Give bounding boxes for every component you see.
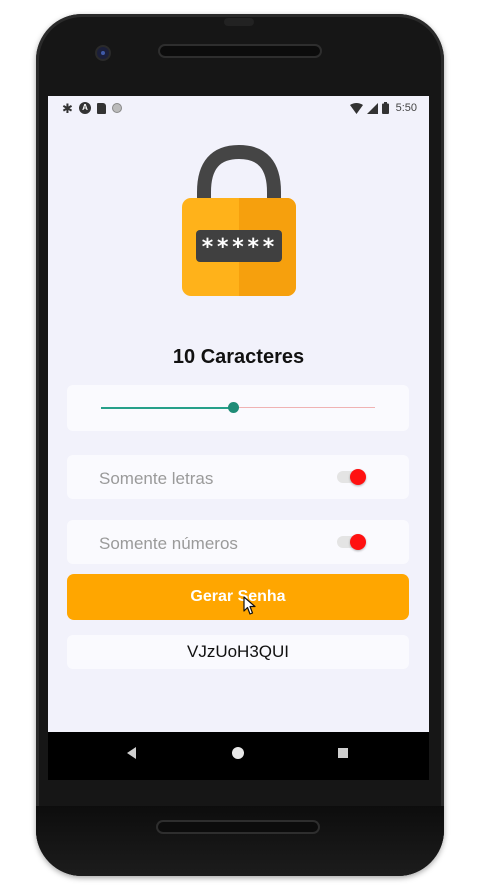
generated-password: VJzUoH3QUI (186, 642, 290, 661)
back-icon[interactable] (127, 747, 136, 759)
battery-icon (381, 102, 389, 114)
app-a-icon: A (79, 102, 91, 114)
status-icons-right: 5:50 (349, 102, 417, 114)
status-time: 5:50 (395, 102, 417, 114)
recent-apps-icon[interactable] (338, 748, 348, 758)
phone-chin (36, 806, 444, 876)
settings-icon: ✱ (62, 100, 73, 116)
length-slider[interactable] (101, 402, 375, 413)
bottom-speaker (158, 822, 318, 832)
slider-active-track (101, 407, 233, 409)
slider-inactive-track (233, 407, 375, 408)
switch-knob (350, 469, 366, 485)
numbers-only-switch[interactable] (337, 534, 366, 550)
slider-thumb[interactable] (228, 402, 239, 413)
length-slider-card (67, 385, 409, 431)
status-bar: ✱ A 5:50 (48, 96, 429, 122)
sd-card-icon (97, 102, 106, 114)
wifi-icon (349, 102, 363, 114)
circle-icon (112, 103, 122, 113)
letters-only-label: Somente letras (99, 469, 214, 488)
phone-sensor (224, 18, 254, 26)
app-screen: ✱ A 5:50 ***** 10 Caracteres Somente let… (48, 96, 429, 732)
generate-password-button[interactable]: Gerar Senha (67, 574, 409, 620)
android-nav-bar (48, 732, 429, 780)
signal-icon (366, 102, 378, 114)
home-icon[interactable] (232, 747, 244, 759)
password-mask: ***** (201, 235, 277, 260)
generated-password-box[interactable]: VJzUoH3QUI (67, 635, 409, 669)
letters-only-switch[interactable] (337, 469, 366, 485)
numbers-only-label: Somente números (99, 534, 238, 553)
numbers-only-option: Somente números (67, 520, 409, 564)
switch-knob (350, 534, 366, 550)
status-icons-left: ✱ A (62, 100, 122, 116)
front-camera (97, 47, 109, 59)
lock-icon: ***** (182, 144, 296, 296)
length-title: 10 Caracteres (172, 346, 305, 368)
top-speaker (160, 46, 320, 56)
mouse-cursor-icon (243, 596, 256, 615)
letters-only-option: Somente letras (67, 455, 409, 499)
